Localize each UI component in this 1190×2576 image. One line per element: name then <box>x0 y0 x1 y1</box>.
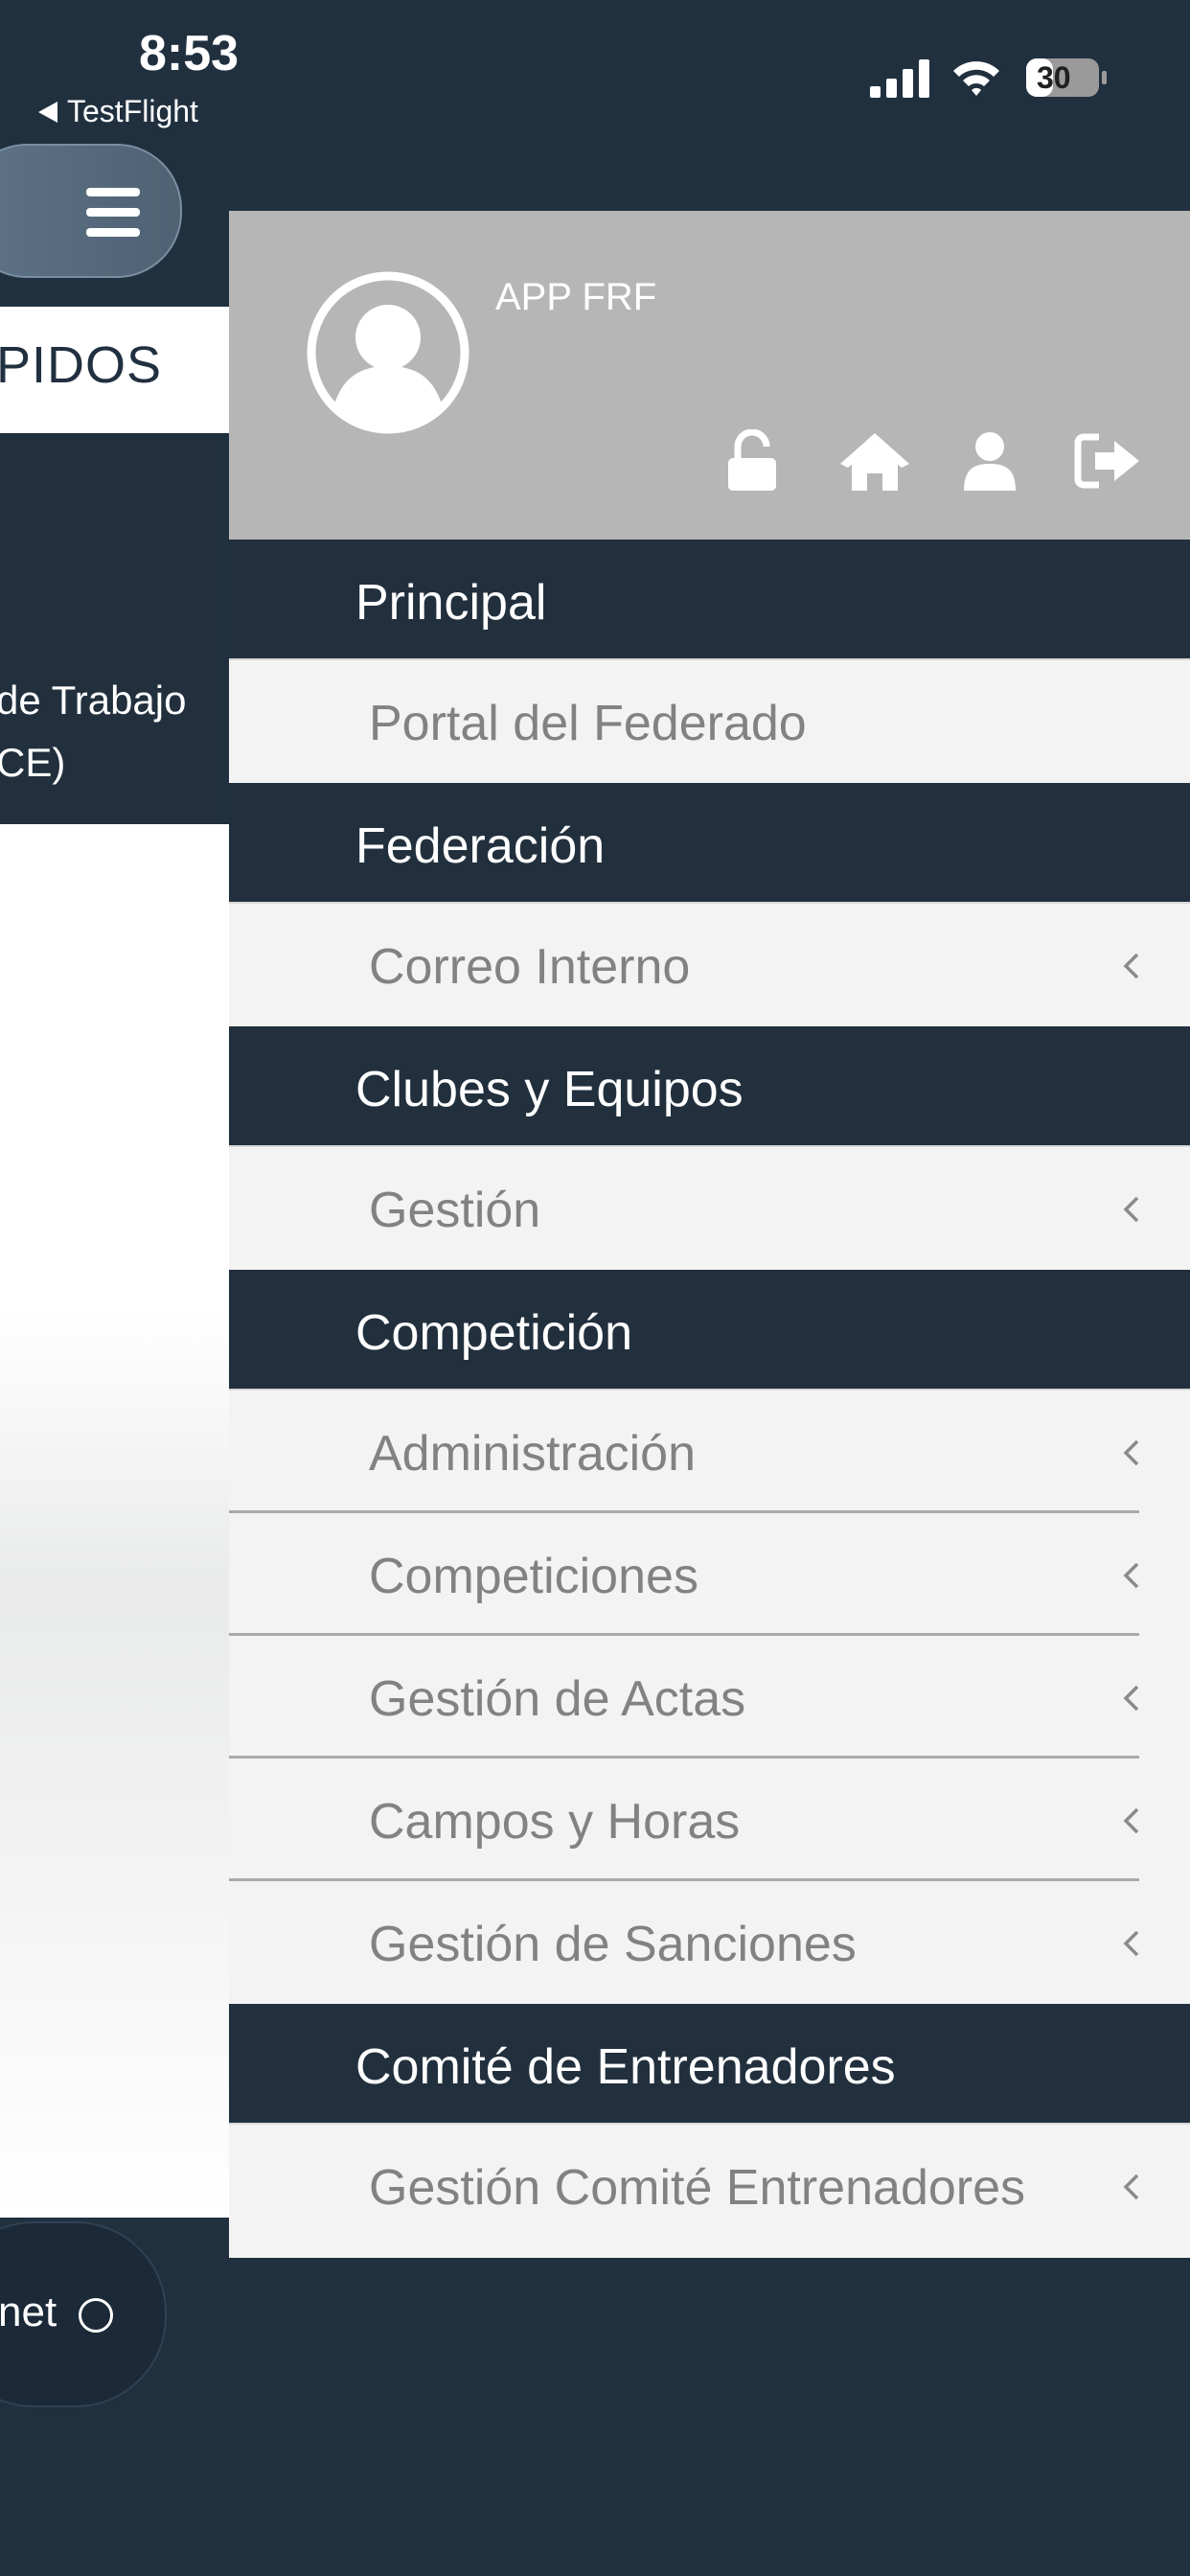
menu-item-label: Gestión de Sanciones <box>369 1917 857 1972</box>
chevron-left-icon <box>1123 1562 1139 1589</box>
chevron-left-icon <box>1123 953 1139 979</box>
battery-indicator: 30 <box>1025 58 1108 98</box>
menu-item[interactable]: Portal del Federado <box>229 660 1190 783</box>
menu-section-header[interactable]: Clubes y Equipos <box>229 1026 1190 1147</box>
background-section-title-text: PIDOS <box>0 336 163 394</box>
menu-section-header[interactable]: Federación <box>229 783 1190 904</box>
background-bottom-button[interactable]: net <box>0 2221 167 2407</box>
drawer-menu: Principal Portal del Federado Federación Co… <box>229 540 1190 2247</box>
chevron-left-icon <box>1123 1807 1139 1834</box>
menu-item[interactable]: Campos y Horas <box>229 1759 1190 1881</box>
back-to-app-button[interactable]: TestFlight <box>38 94 198 129</box>
menu-section-label: Clubes y Equipos <box>355 1062 744 1117</box>
menu-item-label: Gestión <box>369 1183 541 1238</box>
background-card-line-2: CE) <box>0 740 66 785</box>
background-section-title: PIDOS <box>0 307 229 433</box>
navigation-drawer: APP FRF Principal Portal del Federado Fede… <box>229 211 1190 2258</box>
status-time: 8:53 <box>139 26 240 81</box>
menu-item[interactable]: Gestión de Sanciones <box>229 1881 1190 2004</box>
cellular-signal-icon <box>870 59 929 98</box>
hamburger-menu-button[interactable] <box>0 144 182 278</box>
background-bottom-button-label: net <box>0 2288 57 2335</box>
avatar-icon[interactable] <box>306 270 470 435</box>
menu-section-header[interactable]: Principal <box>229 540 1190 660</box>
menu-item-label: Gestión Comité Entrenadores <box>369 2160 1026 2216</box>
background-card-line-1: de Trabajo <box>0 678 187 723</box>
menu-section-header[interactable]: Comité de Entrenadores <box>229 2004 1190 2125</box>
wifi-icon <box>953 61 999 96</box>
menu-item[interactable]: Gestión de Actas <box>229 1636 1190 1759</box>
back-triangle-icon <box>38 101 57 123</box>
menu-item-label: Portal del Federado <box>369 696 807 751</box>
menu-item-label: Administración <box>369 1426 697 1482</box>
battery-level: 30 <box>1037 60 1071 95</box>
menu-section-label: Competición <box>355 1305 633 1361</box>
menu-item[interactable]: Competiciones <box>229 1513 1190 1636</box>
unlock-icon[interactable] <box>724 429 780 493</box>
background-image-area <box>0 824 229 2218</box>
menu-item[interactable]: Administración <box>229 1391 1190 1513</box>
menu-item-label: Correo Interno <box>369 939 691 995</box>
menu-section-label: Comité de Entrenadores <box>355 2039 896 2095</box>
menu-item[interactable]: Gestión <box>229 1147 1190 1270</box>
menu-section-header[interactable]: Competición <box>229 1270 1190 1391</box>
chevron-left-icon <box>1123 1439 1139 1466</box>
logout-icon[interactable] <box>1074 429 1141 493</box>
background-card[interactable]: de Trabajo CE) <box>0 433 218 824</box>
menu-item-label: Competiciones <box>369 1549 698 1604</box>
chevron-left-icon <box>1123 2174 1139 2200</box>
hamburger-icon <box>86 188 140 248</box>
menu-item[interactable]: Correo Interno <box>229 904 1190 1026</box>
back-app-label: TestFlight <box>67 94 198 128</box>
menu-item[interactable]: Gestión Comité Entrenadores <box>229 2125 1190 2247</box>
menu-section-label: Federación <box>355 818 606 874</box>
drawer-header: APP FRF <box>229 211 1190 540</box>
menu-item-label: Gestión de Actas <box>369 1671 746 1727</box>
chevron-left-icon <box>1123 1196 1139 1223</box>
menu-item-label: Campos y Horas <box>369 1794 741 1850</box>
chevron-left-icon <box>1123 1685 1139 1712</box>
chevron-left-icon <box>1123 1930 1139 1957</box>
menu-section-label: Principal <box>355 575 547 631</box>
home-icon[interactable] <box>838 429 911 493</box>
user-icon[interactable] <box>962 429 1018 493</box>
rfef-logo-icon <box>79 2298 113 2333</box>
app-name: APP FRF <box>495 276 657 318</box>
